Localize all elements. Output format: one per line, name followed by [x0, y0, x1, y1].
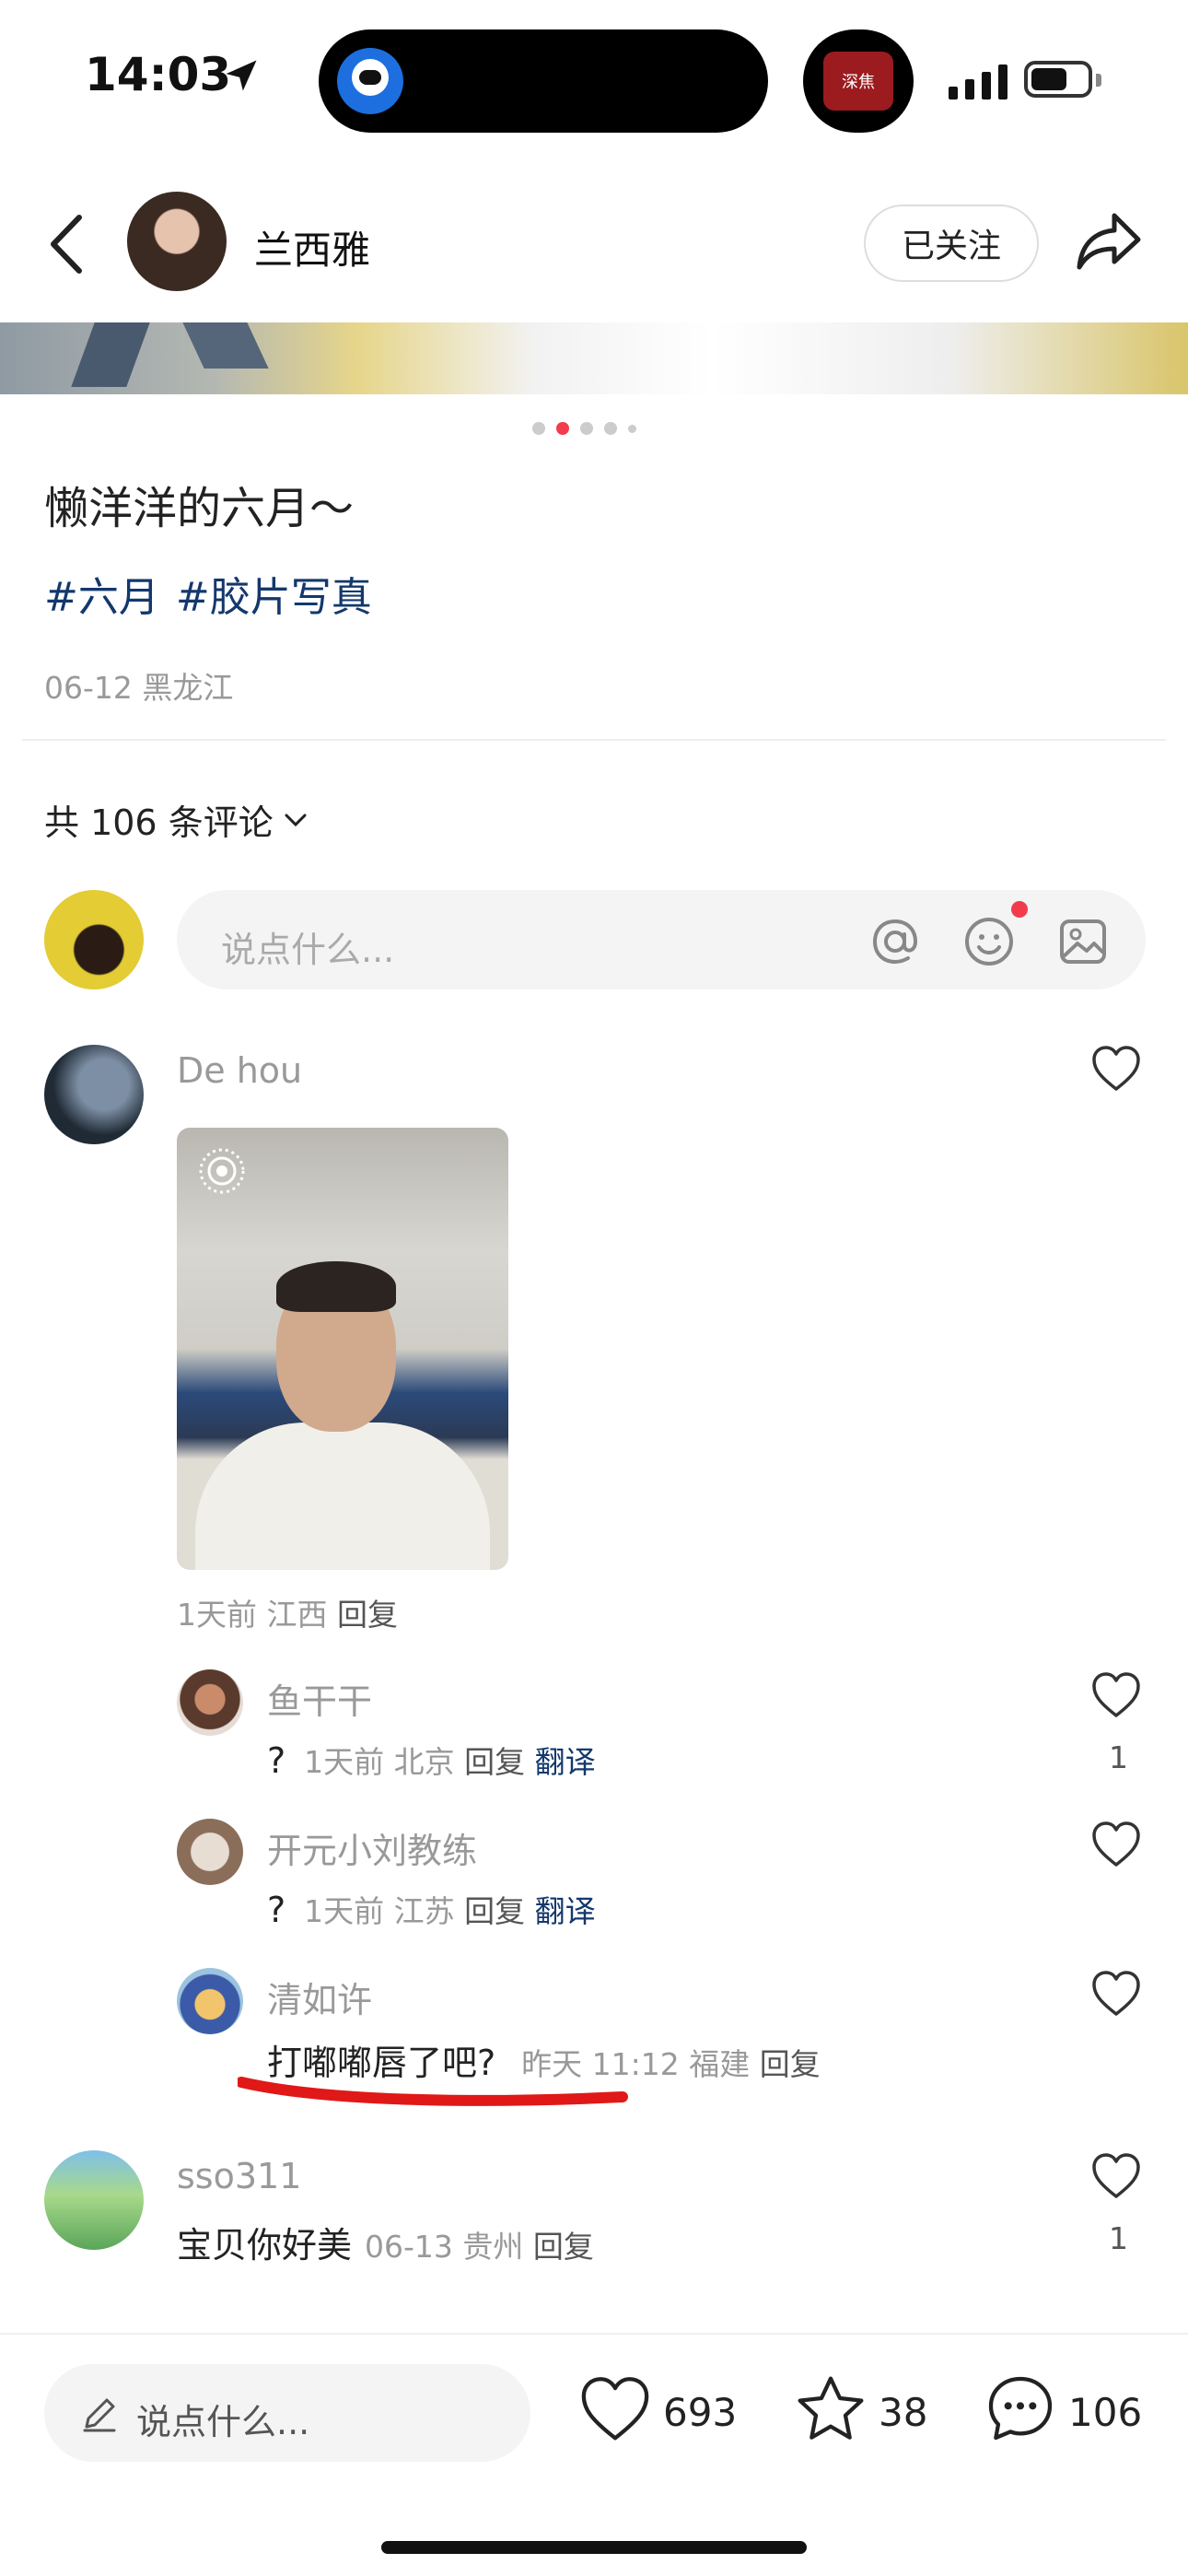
comment-author[interactable]: sso311 [177, 2156, 301, 2196]
pencil-icon [83, 2398, 116, 2432]
heart-icon[interactable] [1090, 1970, 1142, 2018]
my-avatar [44, 890, 144, 989]
tag-link[interactable]: #胶片写真 [176, 564, 372, 623]
gallery-dot-active [556, 422, 569, 435]
comment-body: 宝贝你好美 06-13 贵州 回复 [177, 2217, 594, 2267]
emoji-icon[interactable] [961, 914, 1017, 969]
mention-icon[interactable] [868, 914, 923, 969]
comment-author[interactable]: De hou [177, 1050, 302, 1091]
reply-author[interactable]: 清如许 [267, 1972, 372, 2022]
post-comment-count: 106 [1068, 2390, 1143, 2435]
reply-button[interactable]: 回复 [337, 1597, 398, 1633]
gallery-dot [580, 422, 593, 435]
gallery-dot [604, 422, 617, 435]
reply-time-location: 1天前 江苏 [304, 1893, 455, 1929]
like-count: 1 [1109, 2220, 1128, 2256]
dynamic-island [319, 29, 768, 133]
bottom-input-placeholder: 说点什么... [136, 2402, 310, 2442]
reply-avatar[interactable] [177, 1669, 243, 1736]
comment-time-location: 1天前 江西 [177, 1597, 328, 1633]
comment-bubble-icon[interactable] [984, 2371, 1057, 2445]
reply-text: ? [267, 1890, 286, 1930]
gallery-indicator [532, 422, 636, 435]
reply-author[interactable]: 鱼干干 [267, 1673, 372, 1724]
comment-avatar[interactable] [44, 1045, 144, 1144]
reply-avatar[interactable] [177, 1819, 243, 1885]
host-avatar[interactable] [127, 192, 227, 291]
image-icon[interactable] [1057, 916, 1109, 967]
heart-icon[interactable] [1090, 2152, 1142, 2200]
post-photo[interactable] [0, 322, 1188, 394]
island-app-badge[interactable]: 深焦 [803, 29, 914, 133]
gallery-dot [532, 422, 545, 435]
comment-count-label: 共 106 条评论 [44, 802, 274, 843]
red-underline-annotation [238, 2077, 628, 2106]
host-name[interactable]: 兰西雅 [254, 219, 370, 275]
share-icon[interactable] [1076, 210, 1144, 271]
reply-avatar[interactable] [177, 1968, 243, 2034]
post-collect-count: 38 [879, 2390, 928, 2435]
comment-text: 宝贝你好美 [177, 2225, 353, 2266]
comment-meta: 1天前 江西 回复 [177, 1590, 398, 1634]
translate-button[interactable]: 翻译 [535, 1893, 596, 1929]
emoji-notification-dot [1011, 901, 1028, 918]
comment-time-location: 06-13 贵州 [365, 2229, 524, 2265]
status-time: 14:03 [85, 48, 232, 101]
bottom-bar-divider [0, 2333, 1188, 2335]
reply-time-location: 1天前 北京 [304, 1744, 455, 1780]
reply-button[interactable]: 回复 [464, 1744, 525, 1780]
tag-link[interactable]: #六月 [44, 564, 159, 623]
like-heart-icon[interactable] [578, 2375, 652, 2443]
like-count: 1 [1109, 1739, 1128, 1775]
post-like-count: 693 [663, 2390, 738, 2435]
app-icon [337, 48, 403, 114]
reply-author[interactable]: 开元小刘教练 [267, 1822, 477, 1873]
post-meta: 06-12 黑龙江 [44, 670, 234, 706]
gallery-dot [628, 424, 636, 433]
post-tags: #六月 #胶片写真 [44, 564, 372, 623]
collect-star-icon[interactable] [794, 2373, 868, 2445]
follow-button[interactable]: 已关注 [864, 205, 1039, 282]
app-badge-label: 深焦 [823, 52, 893, 111]
comment-count-sort[interactable]: 共 106 条评论 [44, 794, 309, 845]
live-photo-icon [199, 1148, 245, 1194]
home-indicator [381, 2541, 807, 2554]
comment-avatar[interactable] [44, 2150, 144, 2250]
reply-button[interactable]: 回复 [760, 2046, 821, 2082]
reply-text: ? [267, 1740, 286, 1781]
chevron-down-icon [285, 814, 307, 826]
reply-body: ? 1天前 江苏 回复 翻译 [267, 1887, 596, 1931]
reply-button[interactable]: 回复 [464, 1893, 525, 1929]
divider [22, 739, 1166, 741]
battery-tip [1096, 74, 1101, 87]
translate-button[interactable]: 翻译 [535, 1744, 596, 1780]
reply-meta: 1天前 江苏 回复 翻译 [304, 1887, 596, 1931]
heart-icon[interactable] [1090, 1821, 1142, 1868]
heart-icon[interactable] [1090, 1045, 1142, 1093]
cellular-signal-icon [949, 64, 1007, 100]
reply-body: ? 1天前 北京 回复 翻译 [267, 1738, 596, 1782]
reply-button[interactable]: 回复 [533, 2229, 594, 2265]
comment-meta: 06-13 贵州 回复 [365, 2222, 594, 2266]
battery-icon [1024, 61, 1092, 98]
back-chevron-icon[interactable] [44, 212, 90, 276]
heart-icon[interactable] [1090, 1671, 1142, 1719]
post-title: 懒洋洋的六月～ [44, 483, 355, 534]
reply-meta: 1天前 北京 回复 翻译 [304, 1738, 596, 1782]
location-arrow-icon [226, 60, 257, 91]
comment-input-placeholder: 说点什么... [221, 930, 395, 970]
